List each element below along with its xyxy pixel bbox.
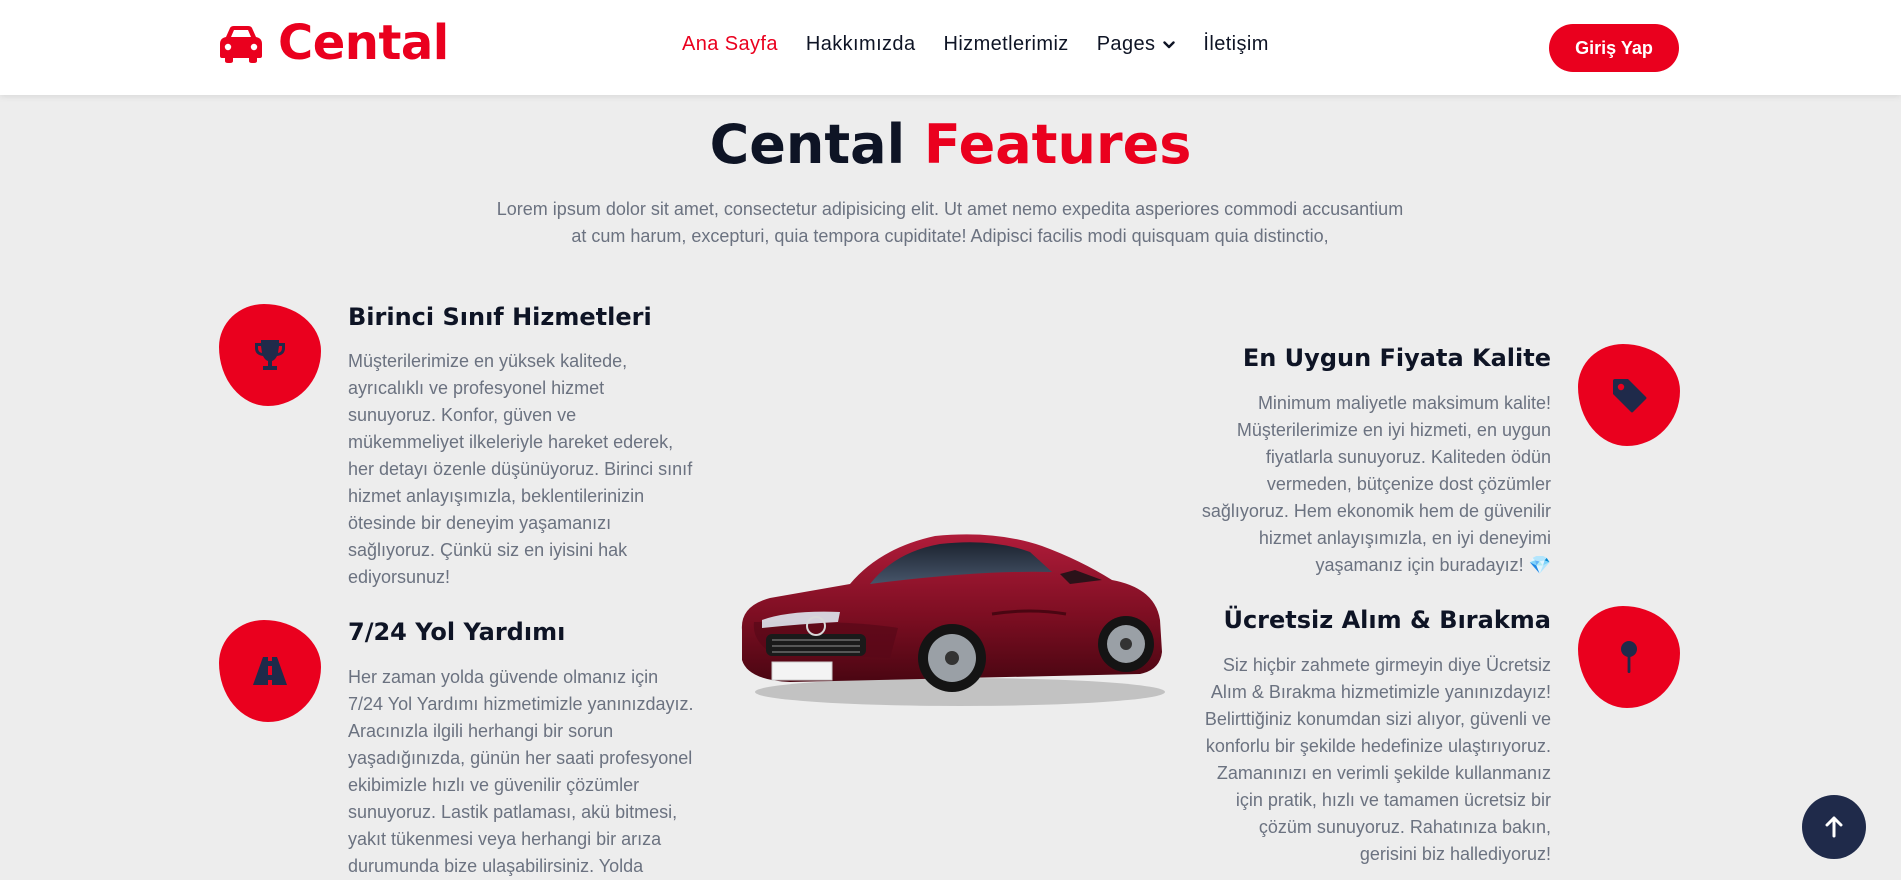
feature-title: Birinci Sınıf Hizmetleri xyxy=(348,303,652,331)
feature-title: Ücretsiz Alım & Bırakma xyxy=(1223,606,1551,634)
map-pin-icon xyxy=(1621,641,1637,673)
tag-icon xyxy=(1613,379,1647,413)
nav-item-services[interactable]: Hizmetlerimiz xyxy=(943,33,1068,56)
feature-title: En Uygun Fiyata Kalite xyxy=(1242,344,1551,372)
back-to-top-button[interactable] xyxy=(1802,795,1866,859)
chevron-down-icon xyxy=(1163,40,1176,48)
brand-name: Cental xyxy=(278,15,449,71)
arrow-up-icon xyxy=(1825,816,1843,838)
brand-logo[interactable]: Cental xyxy=(218,18,449,68)
feature-title: 7/24 Yol Yardımı xyxy=(348,618,566,646)
feature-text: Siz hiçbir zahmete girmeyin diye Ücretsi… xyxy=(1204,655,1551,864)
trophy-icon xyxy=(255,340,285,370)
road-icon xyxy=(253,657,287,685)
navbar: Cental Ana Sayfa Hakkımızda Hizmetlerimi… xyxy=(0,0,1901,95)
feature-icon-badge xyxy=(1578,344,1680,446)
section-description: Lorem ipsum dolor sit amet, consectetur … xyxy=(496,199,1404,246)
car-icon xyxy=(220,26,262,63)
nav-item-pages[interactable]: Pages xyxy=(1097,33,1176,56)
feature-icon-badge xyxy=(1578,606,1680,708)
nav-item-pages-label: Pages xyxy=(1096,33,1156,55)
feature-icon-badge xyxy=(219,304,321,406)
red-sports-car-image xyxy=(741,534,1165,706)
nav-item-about[interactable]: Hakkımızda xyxy=(806,33,916,56)
main-nav: Ana Sayfa Hakkımızda Hizmetlerimiz Pages… xyxy=(682,33,1269,56)
section-title-part2: Features xyxy=(923,113,1192,176)
login-button[interactable]: Giriş Yap xyxy=(1549,24,1679,72)
feature-text: Her zaman yolda güvende olmanız için 7/2… xyxy=(348,667,694,876)
nav-item-contact[interactable]: İletişim xyxy=(1203,33,1268,56)
section-title-part1: Cental xyxy=(709,113,906,176)
feature-text: Minimum maliyetle maksimum kalite! Müşte… xyxy=(1201,393,1551,575)
feature-text: Müşterilerimize en yüksek kalitede, ayrı… xyxy=(348,351,693,587)
nav-item-home[interactable]: Ana Sayfa xyxy=(682,33,778,56)
feature-icon-badge xyxy=(219,620,321,722)
section-title: Cental Features xyxy=(0,110,1901,180)
